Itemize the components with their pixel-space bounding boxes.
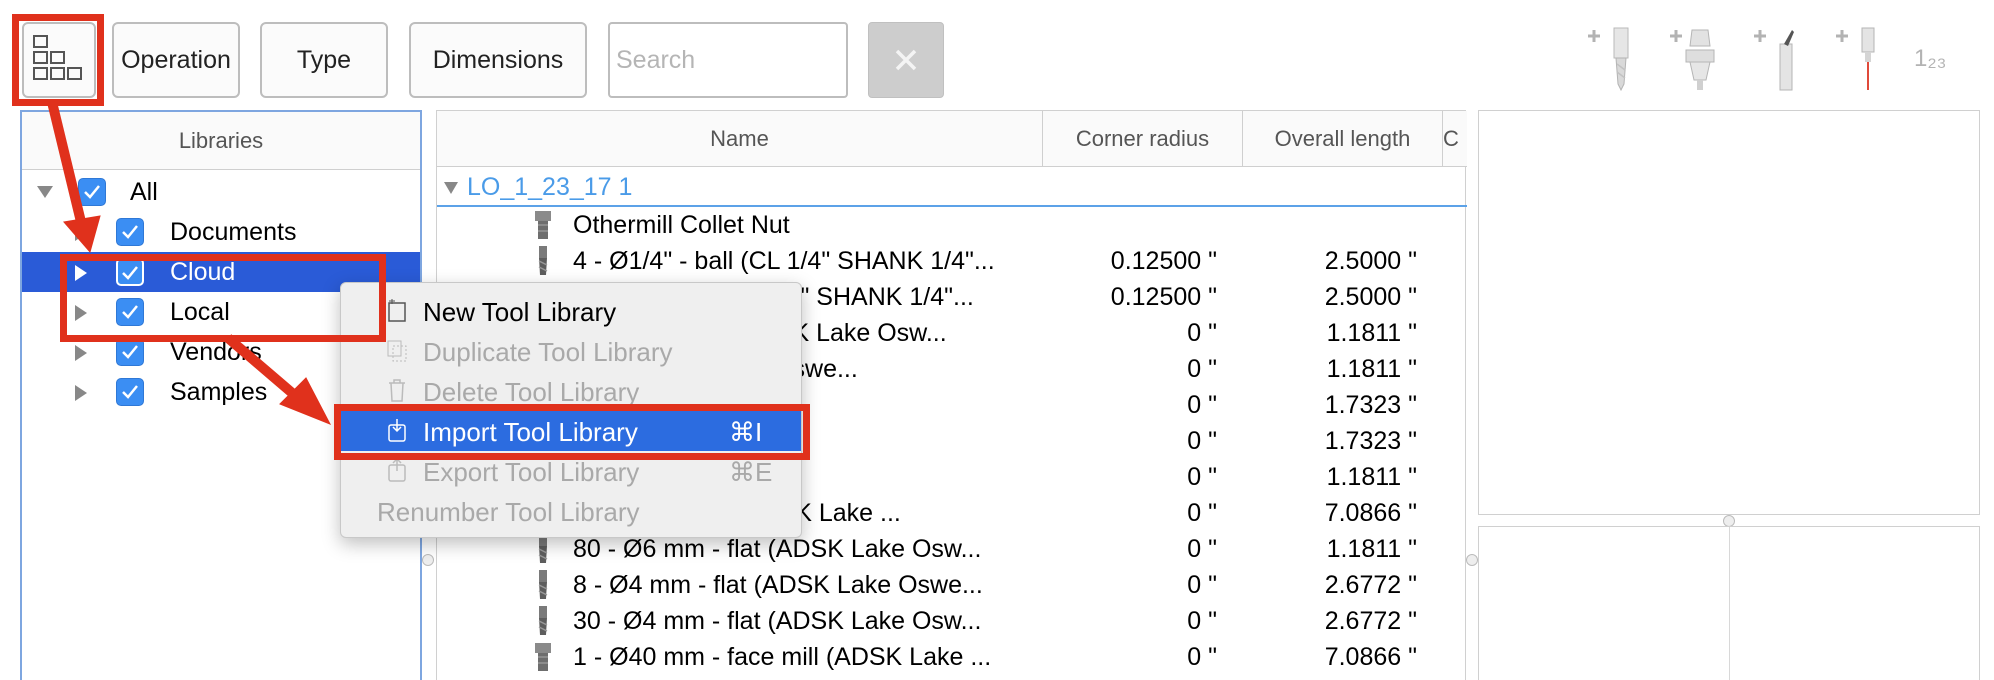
arrow-to-import [224, 334, 302, 402]
arrowhead-icon [63, 215, 101, 254]
annotation-arrows [47, 100, 332, 425]
arrow-to-cloud [47, 100, 87, 228]
